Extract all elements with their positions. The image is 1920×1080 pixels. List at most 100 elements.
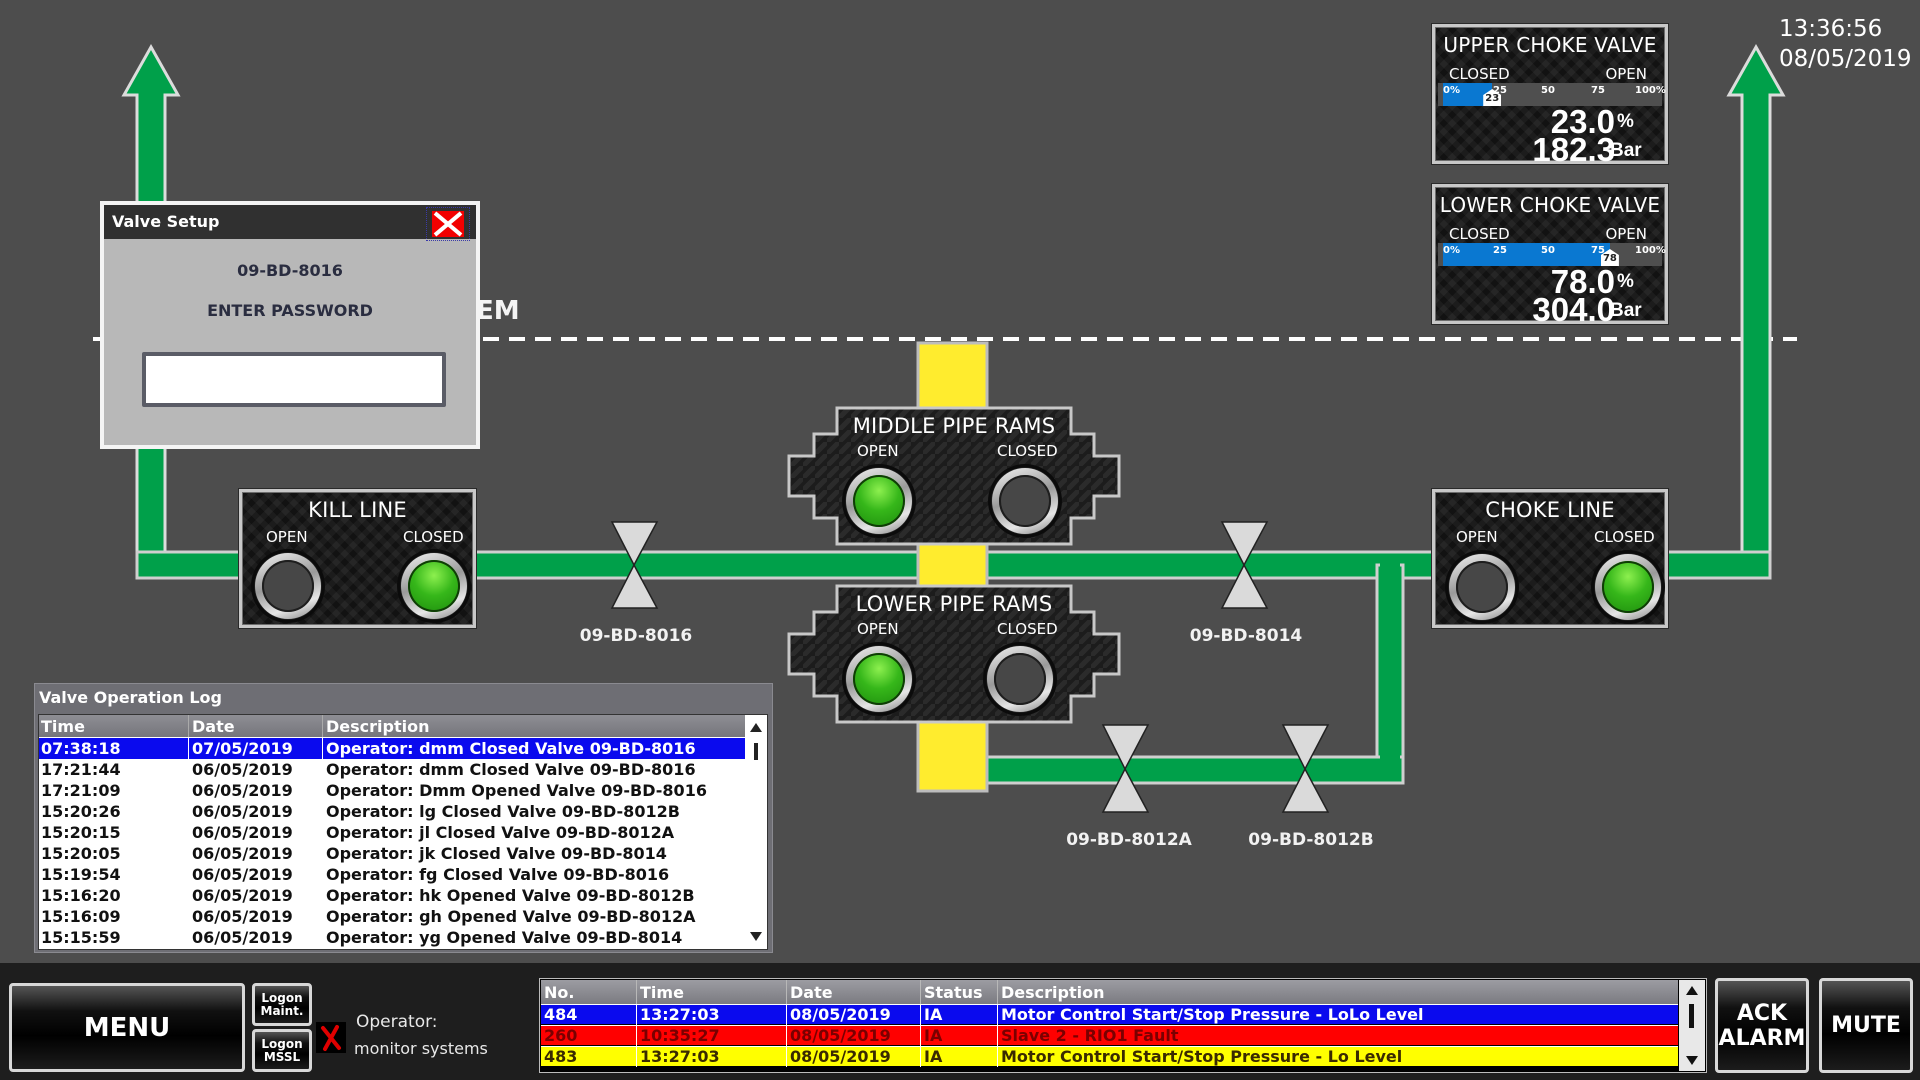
log-title: Valve Operation Log xyxy=(39,688,222,707)
log-row[interactable]: 15:19:54 06/05/2019 Operator: fg Closed Va… xyxy=(39,864,747,885)
log-row[interactable]: 15:16:20 06/05/2019 Operator: hk Opened Va… xyxy=(39,885,747,906)
log-col-date[interactable]: Date xyxy=(192,717,235,736)
middle-rams-open-lamp[interactable] xyxy=(842,464,916,538)
log-row[interactable]: 17:21:44 06/05/2019 Operator: dmm Closed V… xyxy=(39,759,747,780)
lower-choke-pressure-value: 304.0 xyxy=(1532,291,1615,328)
dialog-close-button[interactable] xyxy=(426,207,470,241)
alarm-cell-status: IA xyxy=(924,1047,943,1066)
log-table[interactable]: Time Date Description 07:38:18 07/05/2019… xyxy=(38,714,768,950)
log-col-time[interactable]: Time xyxy=(41,717,85,736)
kill-line-panel[interactable]: KILL LINE OPEN CLOSED xyxy=(239,489,476,628)
log-row[interactable]: 15:20:26 06/05/2019 Operator: lg Closed Va… xyxy=(39,801,747,822)
log-row[interactable]: 15:20:05 06/05/2019 Operator: jk Closed Va… xyxy=(39,843,747,864)
alarm-col-status[interactable]: Status xyxy=(924,983,983,1002)
scale-tick: 100% xyxy=(1635,85,1666,96)
choke-line-panel[interactable]: CHOKE LINE OPEN CLOSED xyxy=(1432,489,1668,628)
alarm-cell-date: 08/05/2019 xyxy=(790,1047,891,1066)
log-row[interactable]: 15:16:09 06/05/2019 Operator: gh Opened Va… xyxy=(39,906,747,927)
alarm-col-description[interactable]: Description xyxy=(1001,983,1104,1002)
alarm-row[interactable]: 483 13:27:03 08/05/2019 IA Motor Control Sta… xyxy=(541,1046,1678,1067)
log-cell-date: 07/05/2019 xyxy=(192,739,293,758)
logon-mssl-line1: Logon xyxy=(261,1036,303,1051)
upper-choke-closed-label: CLOSED xyxy=(1449,65,1510,83)
lower-pipe-rams-panel[interactable]: LOWER PIPE RAMS OPEN CLOSED xyxy=(779,584,1129,724)
lower-rams-open-lamp[interactable] xyxy=(842,642,916,716)
alarm-scrollbar[interactable] xyxy=(1679,980,1705,1071)
log-row[interactable]: 15:20:15 06/05/2019 Operator: jl Closed Va… xyxy=(39,822,747,843)
choke-line-closed-lamp[interactable] xyxy=(1591,550,1665,624)
log-cell-date: 06/05/2019 xyxy=(192,844,293,863)
ack-alarm-button[interactable]: ACK ALARM xyxy=(1715,978,1809,1073)
scale-tick: 0% xyxy=(1443,245,1460,256)
pipe-joint xyxy=(990,760,1400,780)
choke-line-open-lamp[interactable] xyxy=(1445,550,1519,624)
log-col-description[interactable]: Description xyxy=(326,717,429,736)
scroll-down-icon[interactable] xyxy=(1686,1056,1698,1065)
clock: 13:36:56 08/05/2019 xyxy=(1779,14,1912,74)
log-cell-desc: Operator: dmm Closed Valve 09-BD-8016 xyxy=(326,760,696,779)
operator-value: monitor systems xyxy=(354,1039,488,1058)
kill-line-closed-lamp[interactable] xyxy=(397,549,471,623)
log-cell-time: 15:16:20 xyxy=(41,886,121,905)
lower-choke-valve-panel[interactable]: LOWER CHOKE VALVE CLOSED OPEN 0% 25 50 7… xyxy=(1432,184,1668,328)
lower-choke-pressure-unit: Bar xyxy=(1610,300,1642,321)
upper-choke-pressure-unit: Bar xyxy=(1610,140,1642,161)
mute-label: MUTE xyxy=(1831,1013,1901,1038)
log-cell-date: 06/05/2019 xyxy=(192,823,293,842)
section-title: EM xyxy=(476,296,520,326)
scale-tick: 100% xyxy=(1635,245,1666,256)
alarm-cell-date: 08/05/2019 xyxy=(790,1026,891,1045)
alarm-col-date[interactable]: Date xyxy=(790,983,833,1002)
log-cell-time: 17:21:09 xyxy=(41,781,121,800)
alarm-cell-time: 13:27:03 xyxy=(640,1047,720,1066)
mute-button[interactable]: MUTE xyxy=(1819,978,1913,1073)
middle-pipe-rams-panel[interactable]: MIDDLE PIPE RAMS OPEN CLOSED xyxy=(779,406,1129,546)
pipe-joint xyxy=(140,555,162,575)
pipe-segment xyxy=(985,550,1436,580)
logon-maint-button[interactable]: Logon Maint. xyxy=(252,983,312,1026)
operator-label: Operator: xyxy=(356,1012,438,1032)
pipe-segment xyxy=(472,550,924,580)
middle-rams-closed-lamp[interactable] xyxy=(988,464,1062,538)
alarm-col-no[interactable]: No. xyxy=(544,983,574,1002)
log-scrollbar[interactable] xyxy=(745,715,767,949)
alarm-col-time[interactable]: Time xyxy=(640,983,684,1002)
middle-rams-closed-label: CLOSED xyxy=(997,442,1058,460)
scale-tick: 50 xyxy=(1541,245,1555,256)
scroll-thumb[interactable] xyxy=(754,743,758,760)
logon-mssl-line2: MSSL xyxy=(263,1049,301,1064)
dialog-titlebar: Valve Setup xyxy=(104,205,476,241)
alarm-cell-date: 08/05/2019 xyxy=(790,1005,891,1024)
close-icon xyxy=(432,211,464,237)
scroll-up-icon[interactable] xyxy=(1686,986,1698,995)
alarm-row[interactable]: 260 10:35:27 08/05/2019 IA Slave 2 - RIO1 Fa… xyxy=(541,1025,1678,1046)
dialog-prompt: ENTER PASSWORD xyxy=(207,301,373,320)
valve-tag-8014: 09-BD-8014 xyxy=(1189,626,1303,646)
password-input[interactable] xyxy=(142,352,446,407)
upper-choke-pressure-value: 182.3 xyxy=(1532,131,1615,168)
alarm-table[interactable]: No. Time Date Status Description 484 13:2… xyxy=(539,978,1707,1073)
menu-button[interactable]: MENU xyxy=(9,983,245,1072)
kill-line-open-lamp[interactable] xyxy=(251,549,325,623)
log-cell-desc: Operator: gh Opened Valve 09-BD-8012A xyxy=(326,907,696,926)
scroll-thumb[interactable] xyxy=(1689,1004,1694,1028)
log-cell-desc: Operator: jk Closed Valve 09-BD-8014 xyxy=(326,844,667,863)
scroll-down-icon[interactable] xyxy=(750,932,762,941)
log-cell-time: 07:38:18 xyxy=(41,739,121,758)
lower-rams-closed-lamp[interactable] xyxy=(983,642,1057,716)
log-row[interactable]: 07:38:18 07/05/2019 Operator: dmm Closed V… xyxy=(39,738,747,759)
log-cell-date: 06/05/2019 xyxy=(192,802,293,821)
lower-rams-open-label: OPEN xyxy=(857,620,899,638)
upper-choke-valve-panel[interactable]: UPPER CHOKE VALVE CLOSED OPEN 0% 25 50 7… xyxy=(1432,24,1668,168)
scroll-up-icon[interactable] xyxy=(750,723,762,732)
log-row[interactable]: 17:21:09 06/05/2019 Operator: Dmm Opened V… xyxy=(39,780,747,801)
dialog-valve-id: 09-BD-8016 xyxy=(237,261,343,280)
lower-choke-title: LOWER CHOKE VALVE xyxy=(1439,193,1661,217)
log-cell-desc: Operator: yg Opened Valve 09-BD-8014 xyxy=(326,928,683,947)
upper-choke-title: UPPER CHOKE VALVE xyxy=(1443,33,1657,57)
log-row[interactable]: 15:15:59 06/05/2019 Operator: yg Opened Va… xyxy=(39,927,747,948)
alarm-row[interactable]: 484 13:27:03 08/05/2019 IA Motor Control Sta… xyxy=(541,1004,1678,1025)
pipe-joint xyxy=(1380,555,1400,775)
logon-mssl-button[interactable]: Logon MSSL xyxy=(252,1029,312,1072)
operator-status-x-icon xyxy=(316,1022,346,1053)
